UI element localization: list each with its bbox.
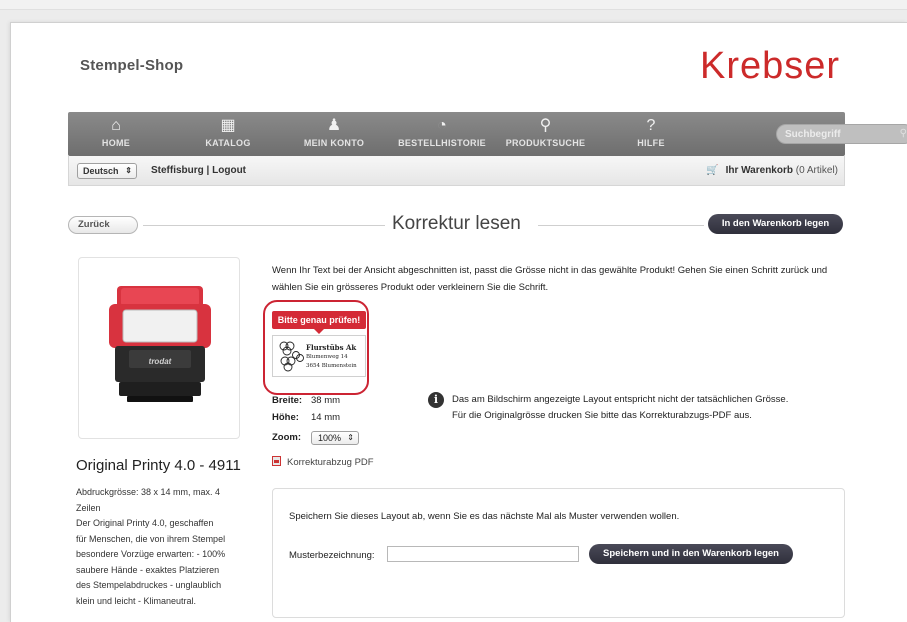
language-value: Deutsch [83,166,119,176]
zoom-label: Zoom: [272,432,302,443]
info-icon: i [428,392,444,408]
help-icon: ? [646,117,656,134]
nav-item-label: KATALOG [205,138,251,148]
height-row: Höhe: 14 mm [272,412,432,426]
stamp-preview: Flurstübs Ak Blumenweg 14 3654 Blumenste… [272,335,366,377]
template-name-input[interactable] [387,546,579,562]
layout-note: Das am Bildschirm angezeigte Layout ents… [452,394,789,421]
nav-item-katalog[interactable]: ▦ KATALOG [182,112,274,156]
stamp-line-2: Blumenweg 14 [306,354,348,360]
check-badge: Bitte genau prüfen! [272,311,366,329]
product-desc-line: besondere Vorzüge erwarten: - 100% [76,549,226,559]
chevron-updown-icon: ⇕ [125,166,132,175]
account-links[interactable]: Steffisburg | Logout [151,165,246,176]
save-template-panel: Speichern Sie dieses Layout ab, wenn Sie… [272,488,845,618]
flower-icon [279,341,304,372]
template-name-label: Musterbezeichnung: [289,550,375,561]
language-select[interactable]: Deutsch ⇕ [77,163,137,179]
stamp-product-image: trodat [109,286,211,402]
badge-tail [314,329,324,334]
cart-link[interactable]: 🛒 Ihr Warenkorb (0 Artikel) [706,165,838,176]
height-value: 14 mm [311,412,341,423]
search-box: ⚲ [776,124,907,144]
search-icon[interactable]: ⚲ [900,128,907,139]
stamp-line-1: Flurstübs Ak [306,343,357,352]
sub-bar: Deutsch ⇕ Steffisburg | Logout 🛒 Ihr War… [68,156,845,186]
width-row: Breite: 38 mm [272,395,432,409]
zoom-value: 100% [318,433,342,443]
product-desc-line: des Stempelabdruckes - unglaublich [76,580,222,590]
main-navbar: ⌂ HOME ▦ KATALOG ♟ MEIN KONTO ◔ BESTELLH… [68,112,907,156]
back-button[interactable]: Zurück [68,216,138,234]
nav-item-label: HILFE [637,138,665,148]
product-image-box: trodat [78,257,240,439]
logo[interactable]: Krebser [700,47,840,85]
chevron-updown-icon: ⇕ [347,433,354,442]
divider [538,225,704,226]
pdf-link[interactable]: Korrekturabzug PDF [272,456,374,468]
nav-item-home[interactable]: ⌂ HOME [70,112,162,156]
save-and-add-to-cart-button[interactable]: Speichern und in den Warenkorb legen [589,544,793,564]
search-icon: ⚲ [539,117,552,134]
product-desc-line: klein und leicht - Klimaneutral. [76,595,197,606]
nav-item-label: BESTELLHISTORIE [398,138,486,148]
add-to-cart-button[interactable]: In den Warenkorb legen [708,214,843,234]
product-desc-line: Abdruckgrösse: 38 x 14 mm, max. 4 [76,487,221,497]
divider [143,225,385,226]
page-title: Korrektur lesen [392,213,521,234]
product-name: Original Printy 4.0 - 4911 [76,457,241,474]
product-desc-line: saubere Hände - exaktes Platzieren [76,564,220,575]
pdf-link-label: Korrekturabzug PDF [287,457,374,468]
product-desc-line: für Menschen, die von ihrem Stempel [76,533,226,544]
width-value: 38 mm [311,395,341,406]
nav-item-hilfe[interactable]: ? HILFE [605,112,697,156]
search-input[interactable] [785,127,895,141]
product-description: Abdruckgrösse: 38 x 14 mm, max. 4 Zeilen… [76,485,256,609]
nav-item-mein-konto[interactable]: ♟ MEIN KONTO [288,112,380,156]
height-label: Höhe: [272,412,299,423]
cart-icon: 🛒 [706,165,719,176]
catalog-icon: ▦ [220,117,236,134]
zoom-row: Zoom: 100% ⇕ [272,431,432,446]
size-warning-text: Wenn Ihr Text bei der Ansicht abgeschnit… [272,265,828,293]
pdf-icon [272,456,281,466]
home-icon: ⌂ [111,117,121,134]
product-desc-line: Der Original Printy 4.0, geschaffen [76,518,214,528]
shop-title: Stempel-Shop [80,57,184,74]
save-description: Speichern Sie dieses Layout ab, wenn Sie… [289,511,680,522]
width-label: Breite: [272,395,303,406]
user-icon: ♟ [326,117,342,134]
history-icon: ◔ [437,117,447,134]
product-desc-line: Zeilen [76,502,101,513]
cart-count: (0 Artikel) [795,165,838,176]
stamp-line-3: 3654 Blumenstein [306,363,357,369]
nav-item-bestellhistorie[interactable]: ◔ BESTELLHISTORIE [387,112,497,156]
zoom-select[interactable]: 100% ⇕ [311,431,359,445]
nav-item-produktsuche[interactable]: ⚲ PRODUKTSUCHE [493,112,598,156]
nav-item-label: PRODUKTSUCHE [505,138,586,148]
nav-item-label: MEIN KONTO [303,138,365,148]
browser-top-strip [0,0,907,10]
nav-item-label: HOME [101,138,131,148]
cart-label: Ihr Warenkorb [725,165,793,176]
stamp-brand: trodat [149,357,172,366]
